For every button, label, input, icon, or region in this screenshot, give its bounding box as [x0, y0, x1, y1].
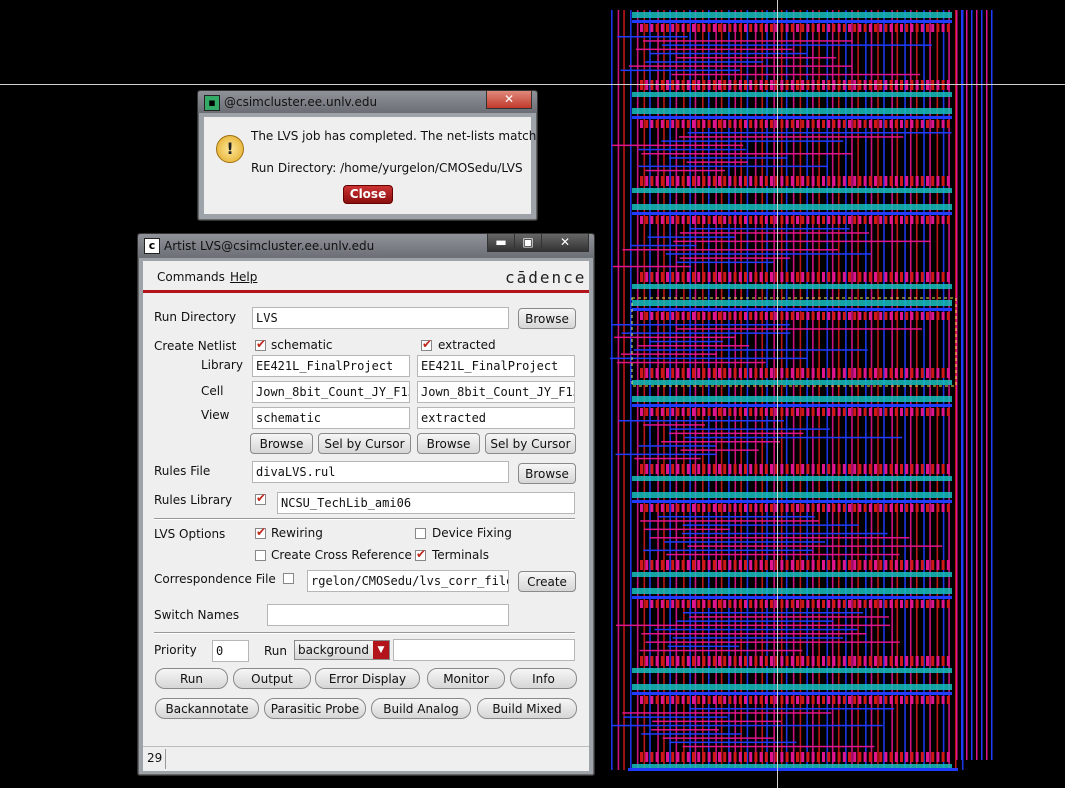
- cursor-crosshair-horizontal: [0, 84, 1065, 85]
- status-line-number: 29: [147, 751, 163, 765]
- schematic-cell-field[interactable]: Jown_8bit_Count_JY_F15: [252, 381, 410, 403]
- parasitic-probe-button[interactable]: Parasitic Probe: [264, 698, 366, 719]
- output-button[interactable]: Output: [233, 668, 311, 689]
- lvs-complete-dialog: ▪ @csimcluster.ee.unlv.edu ✕ ! The LVS j…: [197, 90, 540, 221]
- warning-icon: !: [216, 135, 244, 163]
- view-label: View: [201, 408, 230, 422]
- dialog-title: @csimcluster.ee.unlv.edu: [224, 95, 378, 109]
- minimize-icon[interactable]: ▬: [487, 234, 515, 252]
- error-display-button[interactable]: Error Display: [315, 668, 420, 689]
- rules-library-label: Rules Library: [154, 493, 233, 507]
- cursor-crosshair-vertical: [777, 0, 778, 788]
- switch-names-field[interactable]: [267, 604, 509, 626]
- monitor-button[interactable]: Monitor: [427, 668, 505, 689]
- lvs-titlebar[interactable]: c Artist LVS@csimcluster.ee.unlv.edu ▬ ▣…: [138, 234, 594, 258]
- backannotate-button[interactable]: Backannotate: [155, 698, 259, 719]
- schematic-checkbox[interactable]: [255, 337, 266, 351]
- run-button[interactable]: Run: [155, 668, 228, 689]
- run-mode-label: Run: [264, 644, 288, 658]
- maximize-icon[interactable]: ▣: [514, 234, 542, 252]
- info-button[interactable]: Info: [510, 668, 577, 689]
- close-button[interactable]: Close: [343, 185, 393, 204]
- artist-lvs-window: c Artist LVS@csimcluster.ee.unlv.edu ▬ ▣…: [137, 233, 595, 776]
- schematic-checkbox-label: schematic: [271, 338, 333, 352]
- rewiring-checkbox[interactable]: [255, 525, 266, 539]
- rules-file-browse-button[interactable]: Browse: [518, 463, 576, 484]
- cross-reference-checkbox[interactable]: [255, 550, 266, 561]
- extracted-checkbox-label: extracted: [438, 338, 496, 352]
- cell-label: Cell: [201, 384, 224, 398]
- cadence-app-icon: c: [144, 238, 160, 254]
- run-directory-browse-button[interactable]: Browse: [518, 308, 576, 329]
- extracted-cell-field[interactable]: Jown_8bit_Count_JY_F15: [417, 381, 575, 403]
- rules-library-checkbox[interactable]: [255, 491, 266, 505]
- create-netlist-label: Create Netlist: [154, 339, 237, 353]
- cadence-logo: cādence: [505, 268, 587, 287]
- section-divider: [154, 632, 575, 634]
- lvs-window-title: Artist LVS@csimcluster.ee.unlv.edu: [164, 239, 375, 253]
- menu-divider: [143, 290, 589, 293]
- extracted-browse-button[interactable]: Browse: [417, 433, 480, 454]
- correspondence-create-button[interactable]: Create: [518, 571, 576, 592]
- build-mixed-button[interactable]: Build Mixed: [477, 698, 577, 719]
- schematic-sel-by-cursor-button[interactable]: Sel by Cursor: [318, 433, 411, 454]
- run-directory-field[interactable]: LVS: [252, 307, 509, 329]
- rules-file-label: Rules File: [154, 464, 211, 478]
- rewiring-label: Rewiring: [271, 526, 323, 540]
- run-mode-extra-field[interactable]: [393, 639, 575, 661]
- run-directory-label: Run Directory: [154, 310, 237, 324]
- menu-help[interactable]: Help: [230, 270, 257, 284]
- layout-canvas[interactable]: [600, 0, 1065, 788]
- menu-commands[interactable]: Commands: [157, 270, 225, 284]
- status-divider: [165, 749, 166, 769]
- app-icon: ▪: [204, 95, 220, 111]
- lvs-form: Commands Help cādence Run Directory LVS …: [143, 261, 589, 771]
- correspondence-file-label: Correspondence File: [154, 572, 276, 586]
- build-analog-button[interactable]: Build Analog: [371, 698, 471, 719]
- rules-library-field[interactable]: NCSU_TechLib_ami06: [277, 492, 575, 514]
- terminals-checkbox[interactable]: [415, 547, 426, 561]
- dialog-titlebar[interactable]: ▪ @csimcluster.ee.unlv.edu ✕: [198, 91, 537, 113]
- switch-names-label: Switch Names: [154, 608, 240, 622]
- extracted-view-field[interactable]: extracted: [417, 407, 575, 429]
- cross-reference-label: Create Cross Reference: [271, 548, 412, 562]
- run-mode-select[interactable]: background ▼: [294, 640, 390, 660]
- dialog-close-icon[interactable]: ✕: [486, 91, 532, 109]
- terminals-label: Terminals: [432, 548, 489, 562]
- correspondence-checkbox[interactable]: [283, 573, 294, 584]
- schematic-browse-button[interactable]: Browse: [250, 433, 313, 454]
- device-fixing-label: Device Fixing: [432, 526, 512, 540]
- schematic-library-field[interactable]: EE421L_FinalProject: [252, 355, 410, 377]
- priority-field[interactable]: 0: [212, 640, 249, 662]
- extracted-sel-by-cursor-button[interactable]: Sel by Cursor: [485, 433, 576, 454]
- status-bar: 29: [143, 746, 589, 771]
- correspondence-file-field[interactable]: rgelon/CMOSedu/lvs_corr_file: [307, 570, 509, 592]
- dialog-body: ! The LVS job has completed. The net-lis…: [204, 117, 540, 214]
- run-mode-value: background: [298, 643, 369, 657]
- dialog-message: The LVS job has completed. The net-lists…: [251, 129, 541, 143]
- extracted-checkbox[interactable]: [421, 337, 432, 351]
- library-label: Library: [201, 358, 243, 372]
- extracted-library-field[interactable]: EE421L_FinalProject: [417, 355, 575, 377]
- schematic-view-field[interactable]: schematic: [252, 407, 410, 429]
- section-divider: [154, 518, 575, 520]
- rules-file-field[interactable]: divaLVS.rul: [252, 461, 509, 483]
- priority-label: Priority: [154, 643, 197, 657]
- window-close-icon[interactable]: ✕: [541, 234, 589, 252]
- device-fixing-checkbox[interactable]: [415, 528, 426, 539]
- dialog-run-directory: Run Directory: /home/yurgelon/CMOSedu/LV…: [251, 161, 523, 175]
- lvs-options-label: LVS Options: [154, 527, 226, 541]
- dropdown-arrow-icon: ▼: [373, 641, 389, 659]
